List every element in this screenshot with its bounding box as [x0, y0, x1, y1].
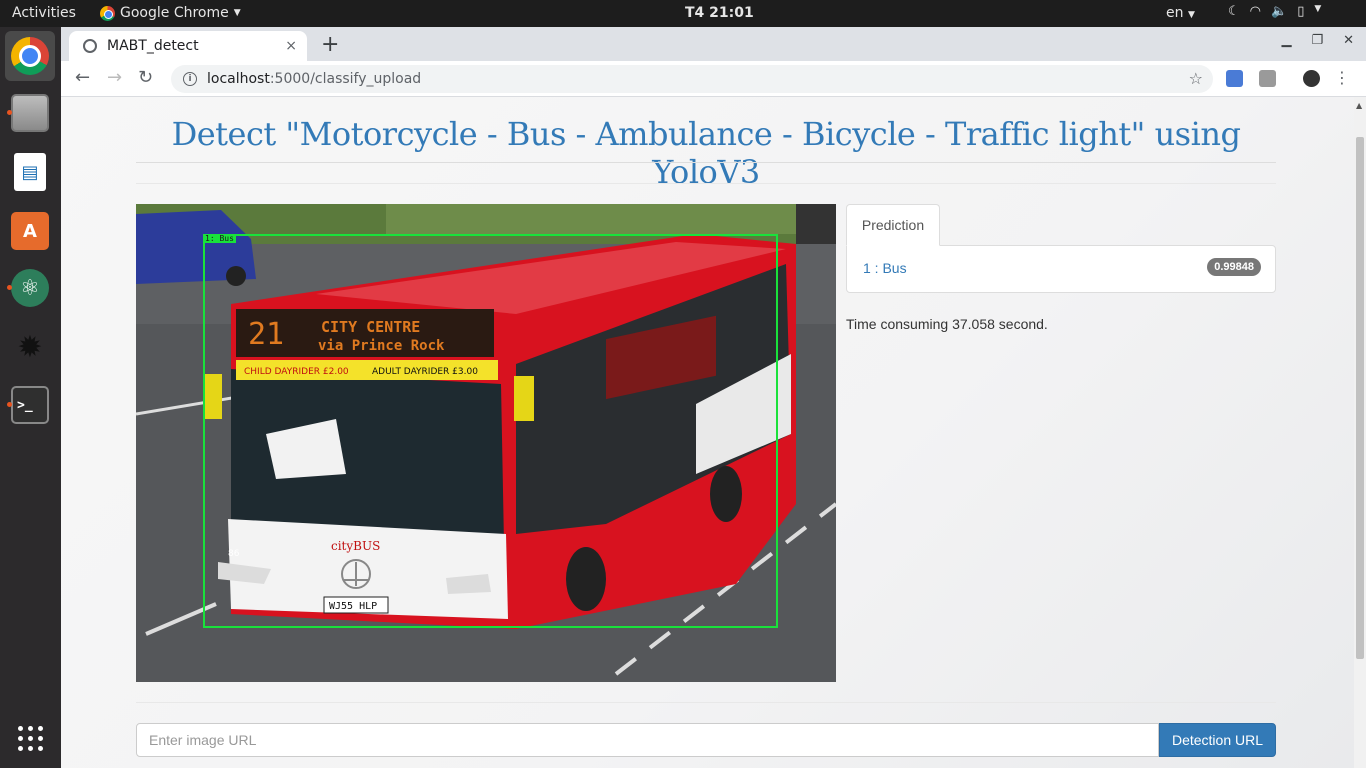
settings-icon: ✹ [17, 329, 43, 365]
bounding-box-label: 1: Bus [203, 234, 236, 243]
back-icon[interactable]: ← [75, 67, 90, 88]
dock: ▤ A ⚛ ✹ >_ [0, 27, 61, 768]
night-light-icon: ☾ [1228, 4, 1240, 19]
window-controls: ▁ ❐ ✕ [1281, 33, 1354, 48]
menu-icon[interactable]: ⋮ [1334, 68, 1350, 87]
bookmark-star-icon[interactable]: ☆ [1189, 69, 1203, 88]
dock-software-store[interactable]: A [5, 206, 55, 256]
chrome-small-icon [100, 5, 115, 21]
system-top-bar: Activities Google Chrome ▼ T4 21:01 en ▼… [0, 0, 1366, 27]
chrome-icon [11, 37, 49, 75]
time-consuming-text: Time consuming 37.058 second. [846, 316, 1048, 332]
dock-settings[interactable]: ✹ [5, 322, 55, 372]
prediction-list: 1 : Bus 0.99848 [846, 245, 1276, 293]
page-title: Detect "Motorcycle - Bus - Ambulance - B… [171, 115, 1241, 191]
info-icon[interactable]: i [183, 72, 197, 86]
battery-icon: ▯ [1297, 4, 1305, 19]
language-label: en [1166, 5, 1184, 21]
browser-toolbar: ← → ↻ i localhost :5000/classify_upload … [61, 61, 1366, 97]
app-menu-label: Google Chrome [120, 5, 229, 21]
new-tab-button[interactable]: + [321, 32, 339, 57]
dock-writer[interactable]: ▤ [5, 147, 55, 197]
page-scrollbar[interactable]: ▲ [1354, 97, 1366, 768]
address-bar[interactable]: i localhost :5000/classify_upload ☆ [171, 65, 1213, 93]
dock-terminal[interactable]: >_ [5, 380, 55, 430]
scrollbar-thumb[interactable] [1356, 137, 1364, 659]
tab-strip: MABT_detect × + ▁ ❐ ✕ [61, 27, 1366, 61]
browser-tab[interactable]: MABT_detect × [69, 31, 307, 61]
extension-icon[interactable] [1259, 70, 1276, 87]
detection-result-image: 21 CITY CENTRE via Prince Rock CHILD DAY… [136, 204, 836, 682]
system-tray[interactable]: ☾ ◠ 🔈 ▯ ▼ [1228, 4, 1321, 19]
dock-chrome[interactable] [5, 31, 55, 81]
chevron-down-icon: ▼ [233, 8, 241, 18]
prediction-item-label[interactable]: 1 : Bus [863, 260, 907, 276]
chevron-down-icon: ▼ [1314, 4, 1322, 14]
minimize-icon[interactable]: ▁ [1281, 33, 1291, 48]
page-content: Detect "Motorcycle - Bus - Ambulance - B… [61, 97, 1354, 768]
reload-icon[interactable]: ↻ [138, 67, 153, 88]
tab-title: MABT_detect [107, 38, 199, 54]
globe-icon [83, 39, 97, 53]
tab-prediction[interactable]: Prediction [846, 204, 940, 246]
app-menu[interactable]: Google Chrome ▼ [100, 5, 241, 21]
translate-icon[interactable] [1226, 70, 1243, 87]
detection-url-button[interactable]: Detection URL [1159, 723, 1276, 757]
running-indicator [7, 110, 12, 115]
chevron-down-icon: ▼ [1187, 10, 1195, 20]
url-path: :5000/classify_upload [269, 71, 422, 87]
forward-icon[interactable]: → [107, 67, 122, 88]
writer-icon: ▤ [14, 153, 46, 191]
url-host: localhost [207, 71, 270, 87]
wifi-icon: ◠ [1249, 4, 1261, 19]
show-apps-icon [17, 725, 43, 751]
language-selector[interactable]: en ▼ [1166, 5, 1195, 21]
profile-avatar-icon[interactable] [1303, 70, 1320, 87]
running-indicator [7, 402, 12, 407]
browser-window: MABT_detect × + ▁ ❐ ✕ ← → ↻ i localhost … [61, 27, 1366, 768]
divider [136, 702, 1276, 703]
bounding-box [203, 234, 778, 628]
files-icon [11, 94, 49, 132]
divider [136, 162, 1276, 163]
dock-atom[interactable]: ⚛ [5, 263, 55, 313]
terminal-icon: >_ [11, 386, 49, 424]
software-store-icon: A [11, 212, 49, 250]
running-indicator [7, 285, 12, 290]
divider [136, 183, 1276, 184]
scroll-up-icon[interactable]: ▲ [1356, 101, 1362, 110]
close-tab-icon[interactable]: × [285, 38, 297, 54]
close-window-icon[interactable]: ✕ [1343, 33, 1354, 48]
restore-icon[interactable]: ❐ [1311, 33, 1323, 48]
volume-icon: 🔈 [1271, 4, 1288, 19]
score-badge: 0.99848 [1207, 258, 1261, 276]
dock-files[interactable] [5, 88, 55, 138]
atom-icon: ⚛ [11, 269, 49, 307]
show-apps-button[interactable] [5, 713, 55, 763]
clock[interactable]: T4 21:01 [685, 5, 754, 21]
activities-button[interactable]: Activities [12, 5, 76, 21]
image-url-input[interactable] [136, 723, 1159, 757]
